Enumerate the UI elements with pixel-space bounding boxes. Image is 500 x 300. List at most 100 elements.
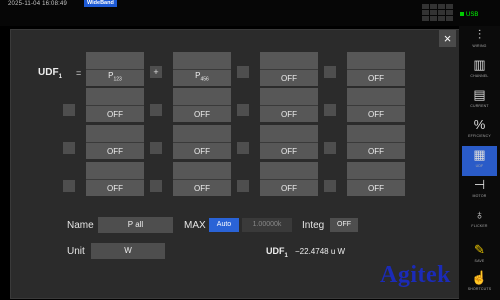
term-r4-3-label: OFF — [281, 184, 297, 193]
unit-field[interactable]: W — [91, 243, 165, 259]
term-p123-label: P123 — [108, 71, 122, 83]
result-label: UDF1 — [266, 246, 288, 259]
sidebar-item-label: SHORTCUTS — [467, 287, 492, 291]
udf-label-sub: 1 — [58, 74, 62, 80]
operator-r4-3[interactable] — [324, 180, 336, 192]
operator-r3-3[interactable] — [324, 142, 336, 154]
sidebar-item-label: SAVE — [474, 259, 485, 263]
term-4[interactable]: OFF — [347, 52, 405, 86]
term-r3-3[interactable]: OFF — [260, 125, 318, 159]
term-r4-1[interactable]: OFF — [86, 162, 144, 196]
sidebar-item-label: CURRENT — [470, 104, 489, 108]
term-3-label: OFF — [281, 74, 297, 83]
result-label-text: UDF — [266, 246, 285, 256]
sidebar-item-label: CHANNEL — [470, 74, 489, 78]
term-r2-3[interactable]: OFF — [260, 88, 318, 122]
sidebar-item-channel[interactable]: ▥ CHANNEL — [462, 56, 497, 86]
sidebar-item-label: WIRING — [472, 44, 487, 48]
result-label-sub: 1 — [284, 252, 288, 259]
name-label: Name — [67, 220, 94, 231]
sidebar-item-shortcuts[interactable]: ☝ SHORTCUTS — [462, 269, 497, 299]
term-r2-1-label: OFF — [107, 110, 123, 119]
flicker-icon: ♁ — [474, 207, 485, 222]
name-field[interactable]: P all — [98, 217, 173, 233]
term-r3-4[interactable]: OFF — [347, 125, 405, 159]
operator-r2-3[interactable] — [324, 104, 336, 116]
term-r3-3-label: OFF — [281, 147, 297, 156]
sidebar-item-label: MOTOR — [472, 194, 487, 198]
sidebar-item-efficiency[interactable]: % EFFICIENCY — [462, 116, 497, 146]
term-r2-2-label: OFF — [194, 110, 210, 119]
term-r2-4[interactable]: OFF — [347, 88, 405, 122]
operator-r2-0[interactable] — [63, 104, 75, 116]
term-r2-2[interactable]: OFF — [173, 88, 231, 122]
term-3[interactable]: OFF — [260, 52, 318, 86]
close-button[interactable]: × — [439, 30, 456, 47]
channel-grid-indicator — [422, 4, 453, 21]
operator-r2-2[interactable] — [237, 104, 249, 116]
term-r4-3[interactable]: OFF — [260, 162, 318, 196]
max-auto-button[interactable]: Auto — [209, 218, 239, 232]
term-r2-4-label: OFF — [368, 110, 384, 119]
sidebar-item-udf[interactable]: ▦ UDF — [462, 146, 497, 176]
usb-icon — [460, 12, 464, 17]
term-4-label: OFF — [368, 74, 384, 83]
term-p456-label: P456 — [195, 71, 209, 83]
sidebar-item-label: UDF — [475, 164, 484, 168]
term-r4-2[interactable]: OFF — [173, 162, 231, 196]
term-r4-2-label: OFF — [194, 184, 210, 193]
term-r3-2[interactable]: OFF — [173, 125, 231, 159]
term-r3-1[interactable]: OFF — [86, 125, 144, 159]
equals-sign: = — [76, 68, 82, 78]
usb-label: USB — [466, 12, 479, 18]
term-p123[interactable]: P123 — [86, 52, 144, 86]
term-p456[interactable]: P456 — [173, 52, 231, 86]
sidebar-item-label: EFFICIENCY — [468, 134, 491, 138]
operator-r2-1[interactable] — [150, 104, 162, 116]
unit-label: Unit — [67, 246, 85, 257]
watermark-logo: Agitek — [380, 262, 451, 288]
operator-2[interactable] — [237, 66, 249, 78]
efficiency-icon: % — [473, 117, 486, 132]
operator-r4-2[interactable] — [237, 180, 249, 192]
sidebar-item-motor[interactable]: ⊣ MOTOR — [462, 176, 497, 206]
status-bar: 2025-11-04 16:08:49 WideBand USB — [0, 0, 500, 26]
term-r4-4-label: OFF — [368, 184, 384, 193]
operator-r4-0[interactable] — [63, 180, 75, 192]
operator-r3-1[interactable] — [150, 142, 162, 154]
term-r2-1[interactable]: OFF — [86, 88, 144, 122]
wiring-icon: ⫶ — [477, 27, 482, 42]
term-r2-3-label: OFF — [281, 110, 297, 119]
max-scale-field[interactable]: 1.00000k — [242, 218, 292, 232]
udf-label: UDF1 — [38, 67, 62, 80]
term-r3-4-label: OFF — [368, 147, 384, 156]
mode-badge: WideBand — [84, 0, 117, 7]
integ-label: Integ — [302, 220, 325, 231]
max-label: MAX — [184, 220, 206, 231]
sidebar-item-flicker[interactable]: ♁ FLICKER — [462, 206, 497, 236]
operator-3[interactable] — [324, 66, 336, 78]
term-r4-1-label: OFF — [107, 184, 123, 193]
term-r3-2-label: OFF — [194, 147, 210, 156]
sidebar-item-current[interactable]: ▤ CURRENT — [462, 86, 497, 116]
sidebar-item-wiring[interactable]: ⫶ WIRING — [462, 26, 497, 56]
save-icon: ✎ — [474, 242, 485, 257]
term-r4-4[interactable]: OFF — [347, 162, 405, 196]
operator-r4-1[interactable] — [150, 180, 162, 192]
motor-icon: ⊣ — [473, 177, 486, 192]
operator-r3-0[interactable] — [63, 142, 75, 154]
current-icon: ▤ — [473, 87, 486, 102]
channel-icon: ▥ — [473, 57, 486, 72]
operator-r3-2[interactable] — [237, 142, 249, 154]
datetime: 2025-11-04 16:08:49 — [8, 1, 68, 7]
integ-toggle[interactable]: OFF — [330, 218, 358, 232]
term-r3-1-label: OFF — [107, 147, 123, 156]
sidebar-item-save[interactable]: ✎ SAVE — [462, 241, 497, 271]
result-value: −22.4748 u W — [295, 247, 346, 256]
shortcuts-icon: ☝ — [471, 270, 488, 285]
udf-icon: ▦ — [473, 147, 486, 162]
operator-1[interactable]: + — [150, 66, 162, 78]
udf-label-text: UDF — [38, 67, 59, 78]
sidebar-item-label: FLICKER — [471, 224, 488, 228]
usb-indicator: USB — [460, 12, 478, 18]
